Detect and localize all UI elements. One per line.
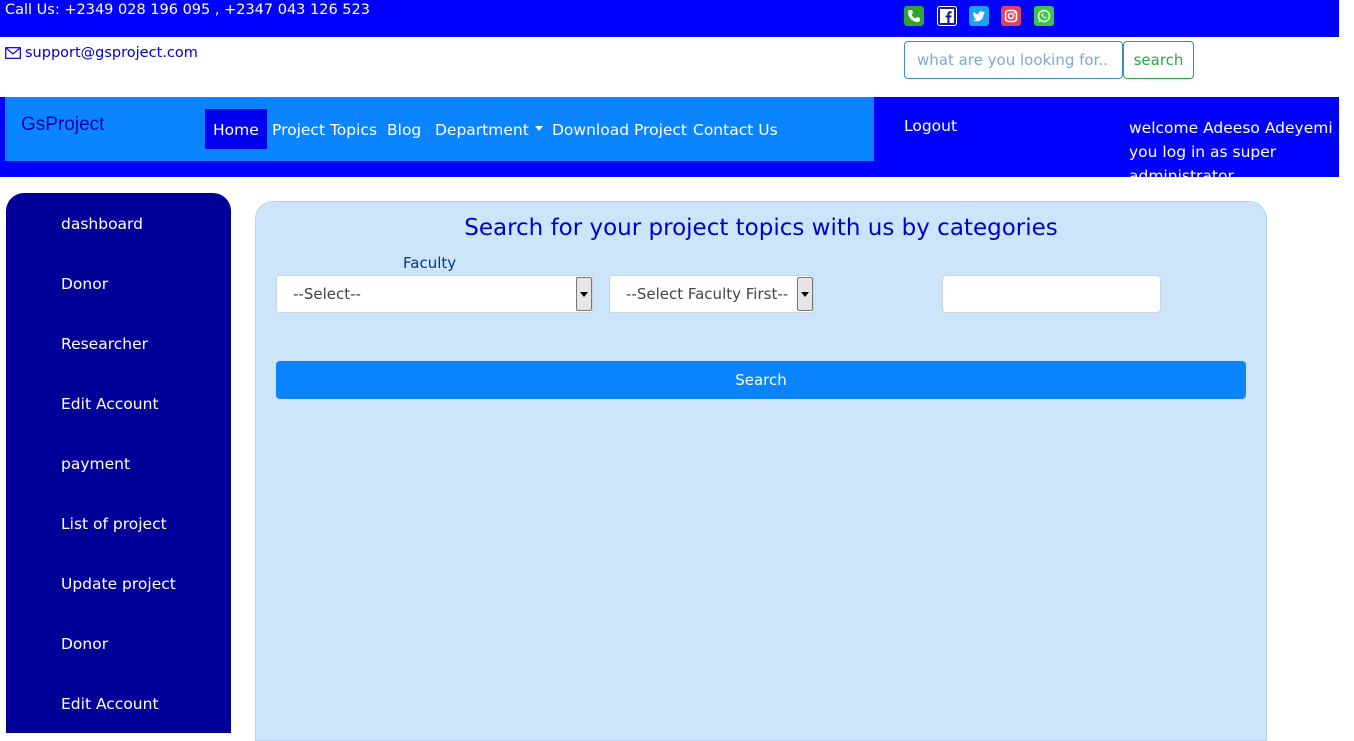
department-select[interactable]: --Select Faculty First--	[609, 275, 814, 313]
envelope-icon	[5, 47, 21, 59]
faculty-label: Faculty	[403, 254, 457, 272]
search-button[interactable]: Search	[276, 361, 1246, 399]
phone-icon[interactable]	[904, 6, 924, 26]
page-title: Search for your project topics with us b…	[464, 215, 1058, 241]
chevron-down-icon	[797, 277, 813, 311]
sidebar-item-update-project[interactable]: Update project	[61, 575, 176, 593]
nav-home[interactable]: Home	[205, 109, 267, 149]
department-select-value: --Select Faculty First--	[626, 285, 789, 303]
twitter-icon[interactable]	[969, 6, 989, 26]
support-email-text: support@gsproject.com	[25, 45, 198, 61]
welcome-message: welcome Adeeso Adeyemi you log in as sup…	[1129, 119, 1333, 177]
sidebar-item-list-of-project[interactable]: List of project	[61, 515, 167, 533]
nav-blog[interactable]: Blog	[379, 109, 429, 149]
sidebar-item-researcher[interactable]: Researcher	[61, 335, 148, 353]
sidebar-item-donor[interactable]: Donor	[61, 275, 108, 293]
faculty-select-value: --Select--	[293, 285, 361, 303]
facebook-icon[interactable]	[937, 6, 957, 26]
sidebar-item-dashboard[interactable]: dashboard	[61, 215, 143, 233]
logout-link[interactable]: Logout	[904, 117, 957, 135]
nav-department-label: Department	[435, 121, 529, 139]
sidebar-item-edit-account[interactable]: Edit Account	[61, 395, 159, 413]
chevron-down-icon	[576, 277, 592, 311]
nav-department[interactable]: Department	[427, 109, 551, 149]
nav-download-project[interactable]: Download Project	[544, 109, 695, 149]
sidebar-item-payment[interactable]: payment	[61, 455, 130, 473]
phone-numbers: Call Us: +2349 028 196 095 , +2347 043 1…	[5, 2, 370, 18]
nav-contact-us[interactable]: Contact Us	[685, 109, 786, 149]
nav-project-topics[interactable]: Project Topics	[264, 109, 385, 149]
brand-logo[interactable]: GsProject	[21, 114, 104, 136]
site-search-input[interactable]	[904, 41, 1123, 79]
instagram-icon[interactable]	[1001, 6, 1021, 26]
chevron-down-icon	[534, 126, 543, 131]
sidebar-item-donor-2[interactable]: Donor	[61, 635, 108, 653]
keyword-input[interactable]	[942, 275, 1161, 313]
faculty-select[interactable]: --Select--	[276, 275, 593, 313]
whatsapp-icon[interactable]	[1034, 6, 1054, 26]
site-search-button[interactable]: search	[1123, 41, 1194, 79]
support-email[interactable]: support@gsproject.com	[5, 45, 198, 61]
sidebar-item-edit-account-2[interactable]: Edit Account	[61, 695, 159, 713]
